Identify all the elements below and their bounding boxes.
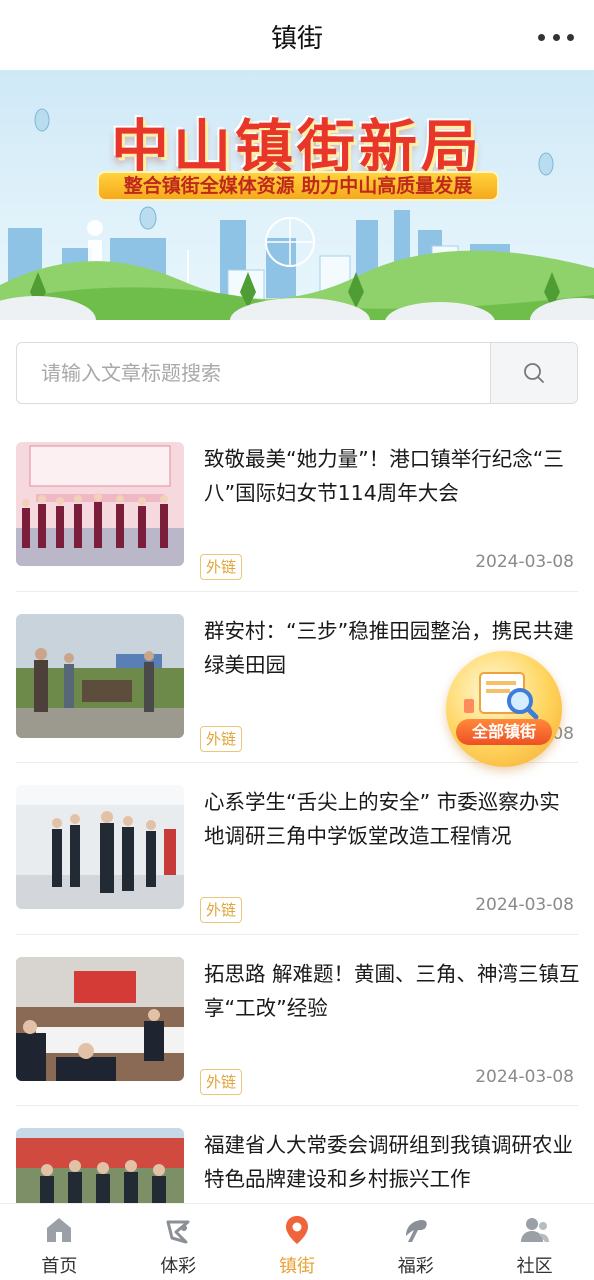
- search-icon: [524, 363, 544, 383]
- article-date: 2024-03-08: [475, 895, 574, 915]
- tab-welfare-lottery[interactable]: 福彩: [356, 1204, 475, 1280]
- article-date: 2024-03-08: [475, 1066, 574, 1087]
- tab-label: 体彩: [160, 1256, 197, 1277]
- external-link-tag: 外链: [200, 725, 243, 752]
- community-icon: [520, 1218, 549, 1242]
- tab-home[interactable]: 首页: [0, 1204, 119, 1280]
- article-thumbnail: [16, 956, 184, 1081]
- external-link-tag: 外链: [200, 1068, 243, 1095]
- list-item[interactable]: 心系学生“舌尖上的安全” 市委巡察办实地调研三角中学饭堂改造工程情况 外链 20…: [16, 763, 578, 935]
- bottom-tab-bar: 首页 体彩 镇街 福彩 社区: [0, 1203, 594, 1280]
- more-dots-icon[interactable]: [538, 26, 574, 48]
- tab-label: 镇街: [278, 1256, 315, 1277]
- external-link-tag: 外链: [200, 897, 243, 923]
- page-title: 镇街: [270, 24, 323, 54]
- article-title: 致敬最美“她力量”！港口镇举行纪念“三八”国际妇女节114周年大会: [204, 447, 564, 505]
- banner[interactable]: 中山镇街新局 整合镇街全媒体资源 助力中山高质量发展: [0, 70, 594, 320]
- article-title: 心系学生“舌尖上的安全” 市委巡察办实地调研三角中学饭堂改造工程情况: [204, 790, 560, 848]
- tab-label: 首页: [41, 1256, 78, 1277]
- article-thumbnail: [16, 442, 184, 566]
- tab-towns[interactable]: 镇街: [238, 1204, 357, 1280]
- all-towns-label: 全部镇街: [456, 719, 552, 745]
- article-title: 福建省人大常委会调研组到我镇调研农业特色品牌建设和乡村振兴工作: [204, 1133, 573, 1191]
- search-input[interactable]: [17, 343, 491, 403]
- sports-lottery-icon: [166, 1220, 190, 1244]
- external-link-tag: 外链: [200, 554, 243, 580]
- article-title: 拓思路 解难题！黄圃、三角、神湾三镇互享“工改”经验: [204, 961, 580, 1020]
- search-button[interactable]: [490, 343, 577, 403]
- article-list: 致敬最美“她力量”！港口镇举行纪念“三八”国际妇女节114周年大会 外链 202…: [0, 420, 594, 1278]
- all-towns-floating-button[interactable]: 全部镇街: [446, 651, 562, 767]
- article-thumbnail: [16, 785, 184, 909]
- search-bar: [16, 342, 578, 404]
- top-bar: 镇街: [0, 0, 594, 72]
- article-thumbnail: [16, 613, 184, 738]
- tab-community[interactable]: 社区: [475, 1204, 594, 1280]
- article-date: 2024-03-08: [475, 552, 574, 572]
- banner-subtitle: 整合镇街全媒体资源 助力中山高质量发展: [97, 171, 499, 201]
- list-item[interactable]: 致敬最美“她力量”！港口镇举行纪念“三八”国际妇女节114周年大会 外链 202…: [16, 420, 578, 592]
- tab-label: 福彩: [397, 1256, 434, 1277]
- location-pin-icon: [285, 1216, 308, 1244]
- magnifier-document-icon: [464, 672, 539, 720]
- home-icon: [47, 1218, 72, 1242]
- tab-sports-lottery[interactable]: 体彩: [119, 1204, 238, 1280]
- welfare-lottery-icon: [405, 1220, 427, 1242]
- tab-label: 社区: [516, 1256, 553, 1277]
- list-item[interactable]: 拓思路 解难题！黄圃、三角、神湾三镇互享“工改”经验 外链 2024-03-08: [16, 935, 580, 1106]
